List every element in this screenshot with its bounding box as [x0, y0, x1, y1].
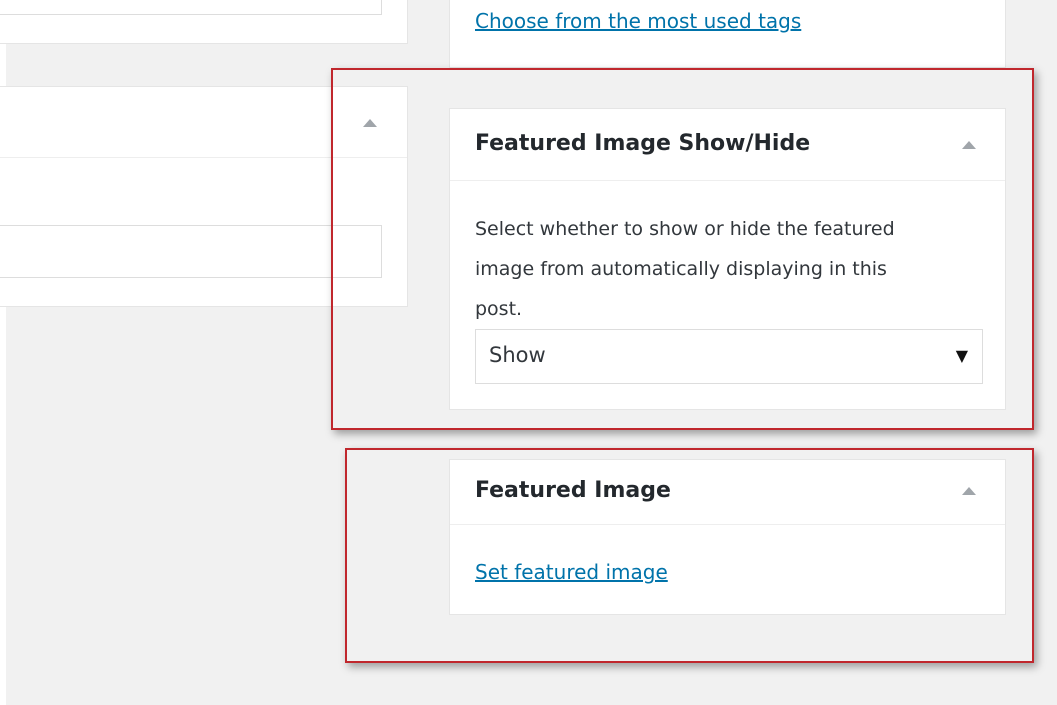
- featured-image-title: Featured Image: [475, 478, 671, 503]
- left-box-input[interactable]: [0, 225, 382, 278]
- left-top-input[interactable]: [0, 0, 382, 15]
- chevron-down-icon: ▼: [955, 346, 968, 365]
- left-top-panel: [0, 0, 408, 44]
- left-meta-box: [0, 86, 408, 307]
- arrow-up-icon[interactable]: [962, 487, 976, 495]
- featured-show-hide-description: Select whether to show or hide the featu…: [475, 218, 895, 320]
- left-box-divider: [0, 157, 407, 158]
- show-hide-select[interactable]: Show ▼: [475, 329, 983, 384]
- tags-box: Choose from the most used tags: [449, 0, 1006, 68]
- featured-show-hide-box: Featured Image Show/Hide Select whether …: [449, 108, 1006, 410]
- left-box-toggle-icon[interactable]: [363, 119, 377, 127]
- show-hide-select-value: Show: [489, 343, 546, 367]
- arrow-up-icon[interactable]: [962, 141, 976, 149]
- featured-image-box: Featured Image Set featured image: [449, 459, 1006, 615]
- most-used-tags-link[interactable]: Choose from the most used tags: [475, 9, 801, 33]
- box-header-divider: [450, 524, 1005, 525]
- set-featured-image-link[interactable]: Set featured image: [475, 560, 668, 584]
- box-header-divider: [450, 180, 1005, 181]
- featured-show-hide-title: Featured Image Show/Hide: [475, 131, 811, 156]
